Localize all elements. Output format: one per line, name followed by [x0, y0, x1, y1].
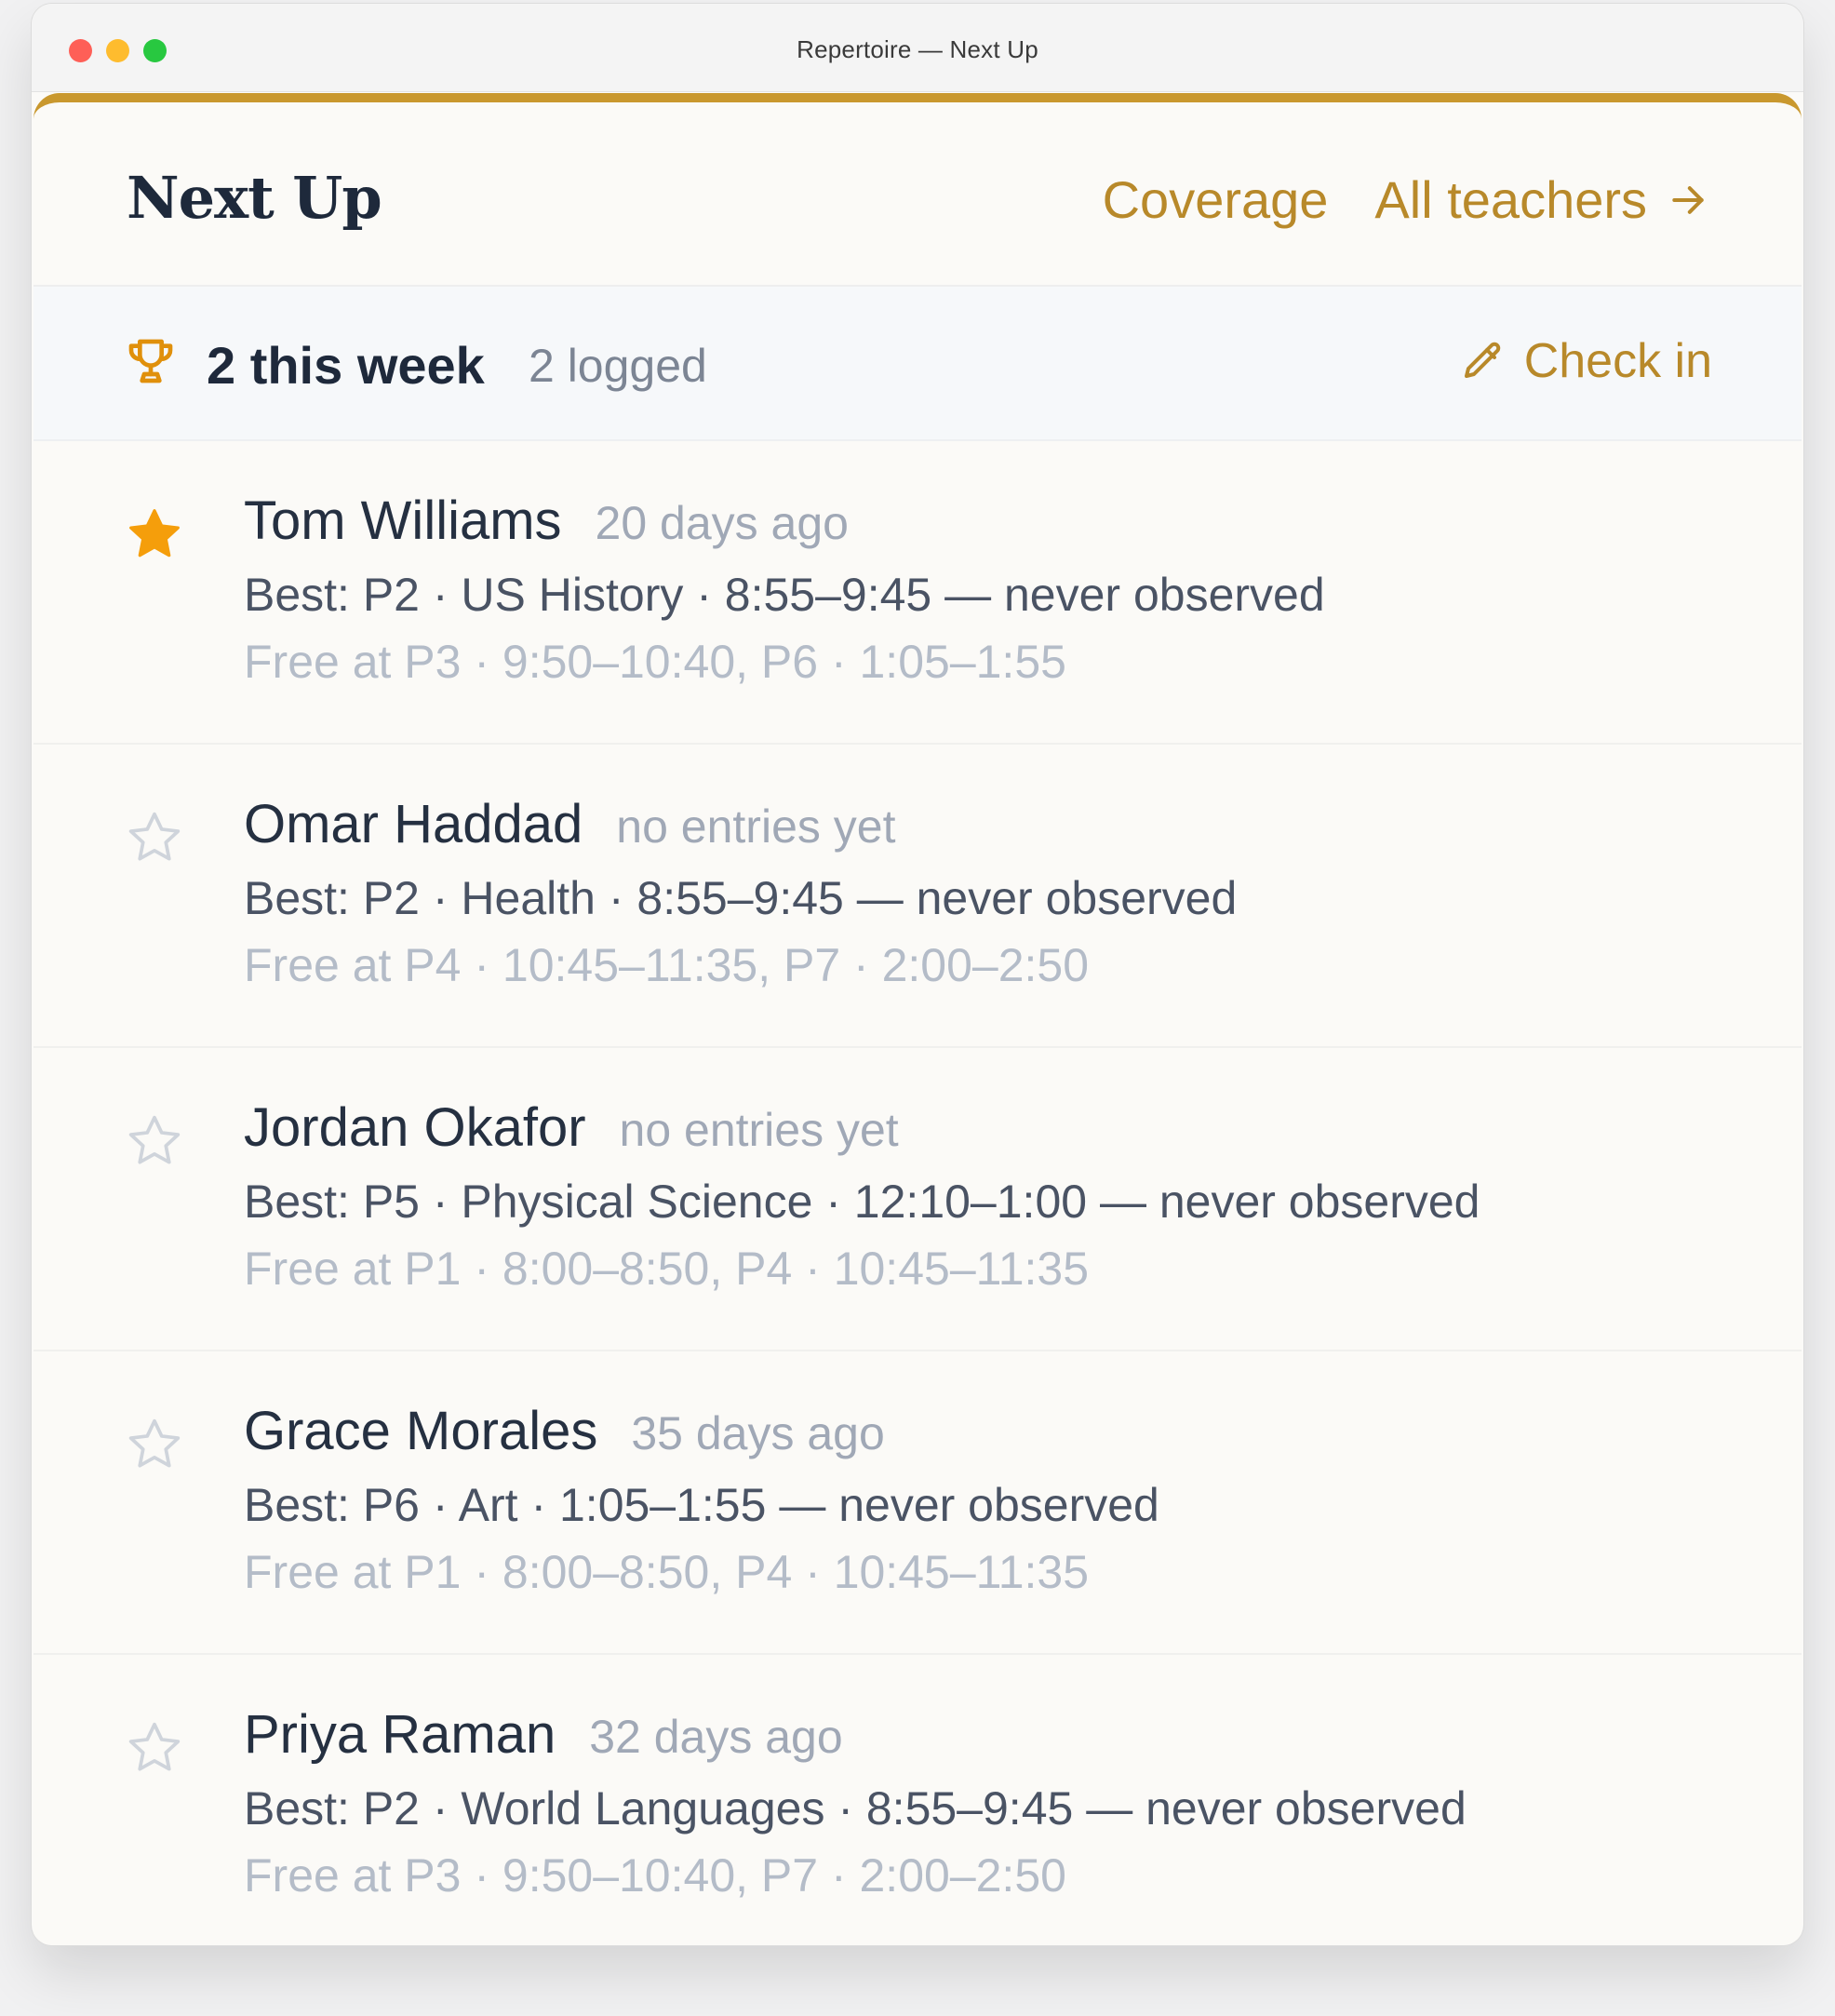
title-bar: Repertoire — Next Up [32, 4, 1803, 92]
free-periods: Free at P4 · 10:45–11:35, P7 · 2:00–2:50 [244, 939, 1090, 991]
star-outline-icon[interactable] [125, 1718, 184, 1782]
app-window: Repertoire — Next Up Next Up Coverage Al… [32, 4, 1803, 1945]
teacher-list: Tom Williams 20 days ago Best: P2 · US Hi… [33, 441, 1802, 1945]
best-slot: Best: P2 · US History · 8:55–9:45 — neve… [244, 569, 1325, 621]
last-observed: no entries yet [619, 1104, 899, 1156]
logged-count: 2 logged [529, 340, 707, 392]
last-observed: no entries yet [616, 800, 896, 853]
page-title: Next Up [127, 164, 382, 232]
weekly-stats-bar: 2 this week 2 logged Check in [33, 287, 1802, 441]
teacher-name: Tom Williams [244, 491, 562, 551]
best-slot: Best: P2 · Health · 8:55–9:45 — never ob… [244, 872, 1238, 924]
best-slot: Best: P2 · World Languages · 8:55–9:45 —… [244, 1782, 1467, 1835]
all-teachers-link[interactable]: All teachers [1374, 169, 1708, 230]
star-outline-icon[interactable] [125, 1415, 184, 1479]
teacher-name: Grace Morales [244, 1401, 598, 1461]
star-filled-icon[interactable] [125, 504, 184, 569]
best-slot: Best: P5 · Physical Science · 12:10–1:00… [244, 1176, 1480, 1228]
arrow-right-icon [1668, 180, 1708, 221]
trophy-icon [125, 335, 177, 392]
star-outline-icon[interactable] [125, 1111, 184, 1176]
check-in-label: Check in [1523, 334, 1712, 388]
free-periods: Free at P3 · 9:50–10:40, P6 · 1:05–1:55 [244, 636, 1066, 688]
check-in-button[interactable]: Check in [1461, 333, 1712, 389]
last-observed: 32 days ago [589, 1711, 843, 1763]
best-slot: Best: P6 · Art · 1:05–1:55 — never obser… [244, 1479, 1159, 1531]
teacher-row[interactable]: Priya Raman 32 days ago Best: P2 · World … [33, 1655, 1802, 1945]
teacher-row[interactable]: Omar Haddad no entries yet Best: P2 · Hea… [33, 745, 1802, 1048]
coverage-link-label: Coverage [1102, 170, 1329, 229]
pencil-icon [1461, 339, 1506, 383]
next-up-panel: Next Up Coverage All teachers 2 this wee… [33, 93, 1802, 1945]
teacher-name: Omar Haddad [244, 794, 583, 854]
free-periods: Free at P1 · 8:00–8:50, P4 · 10:45–11:35 [244, 1243, 1090, 1295]
coverage-link[interactable]: Coverage [1103, 169, 1329, 230]
star-outline-icon[interactable] [125, 808, 184, 872]
free-periods: Free at P3 · 9:50–10:40, P7 · 2:00–2:50 [244, 1849, 1066, 1902]
panel-header: Next Up Coverage All teachers [33, 102, 1802, 287]
window-title: Repertoire — Next Up [797, 35, 1038, 63]
teacher-name: Jordan Okafor [244, 1097, 586, 1158]
free-periods: Free at P1 · 8:00–8:50, P4 · 10:45–11:35 [244, 1546, 1090, 1598]
teacher-row[interactable]: Tom Williams 20 days ago Best: P2 · US Hi… [33, 441, 1802, 745]
last-observed: 35 days ago [631, 1407, 885, 1459]
all-teachers-link-label: All teachers [1374, 170, 1647, 229]
teacher-name: Priya Raman [244, 1704, 556, 1765]
teacher-row[interactable]: Jordan Okafor no entries yet Best: P5 · P… [33, 1048, 1802, 1351]
teacher-row[interactable]: Grace Morales 35 days ago Best: P6 · Art … [33, 1351, 1802, 1655]
last-observed: 20 days ago [595, 497, 849, 549]
header-nav: Coverage All teachers [1103, 169, 1708, 230]
weekly-count: 2 this week [207, 336, 485, 395]
